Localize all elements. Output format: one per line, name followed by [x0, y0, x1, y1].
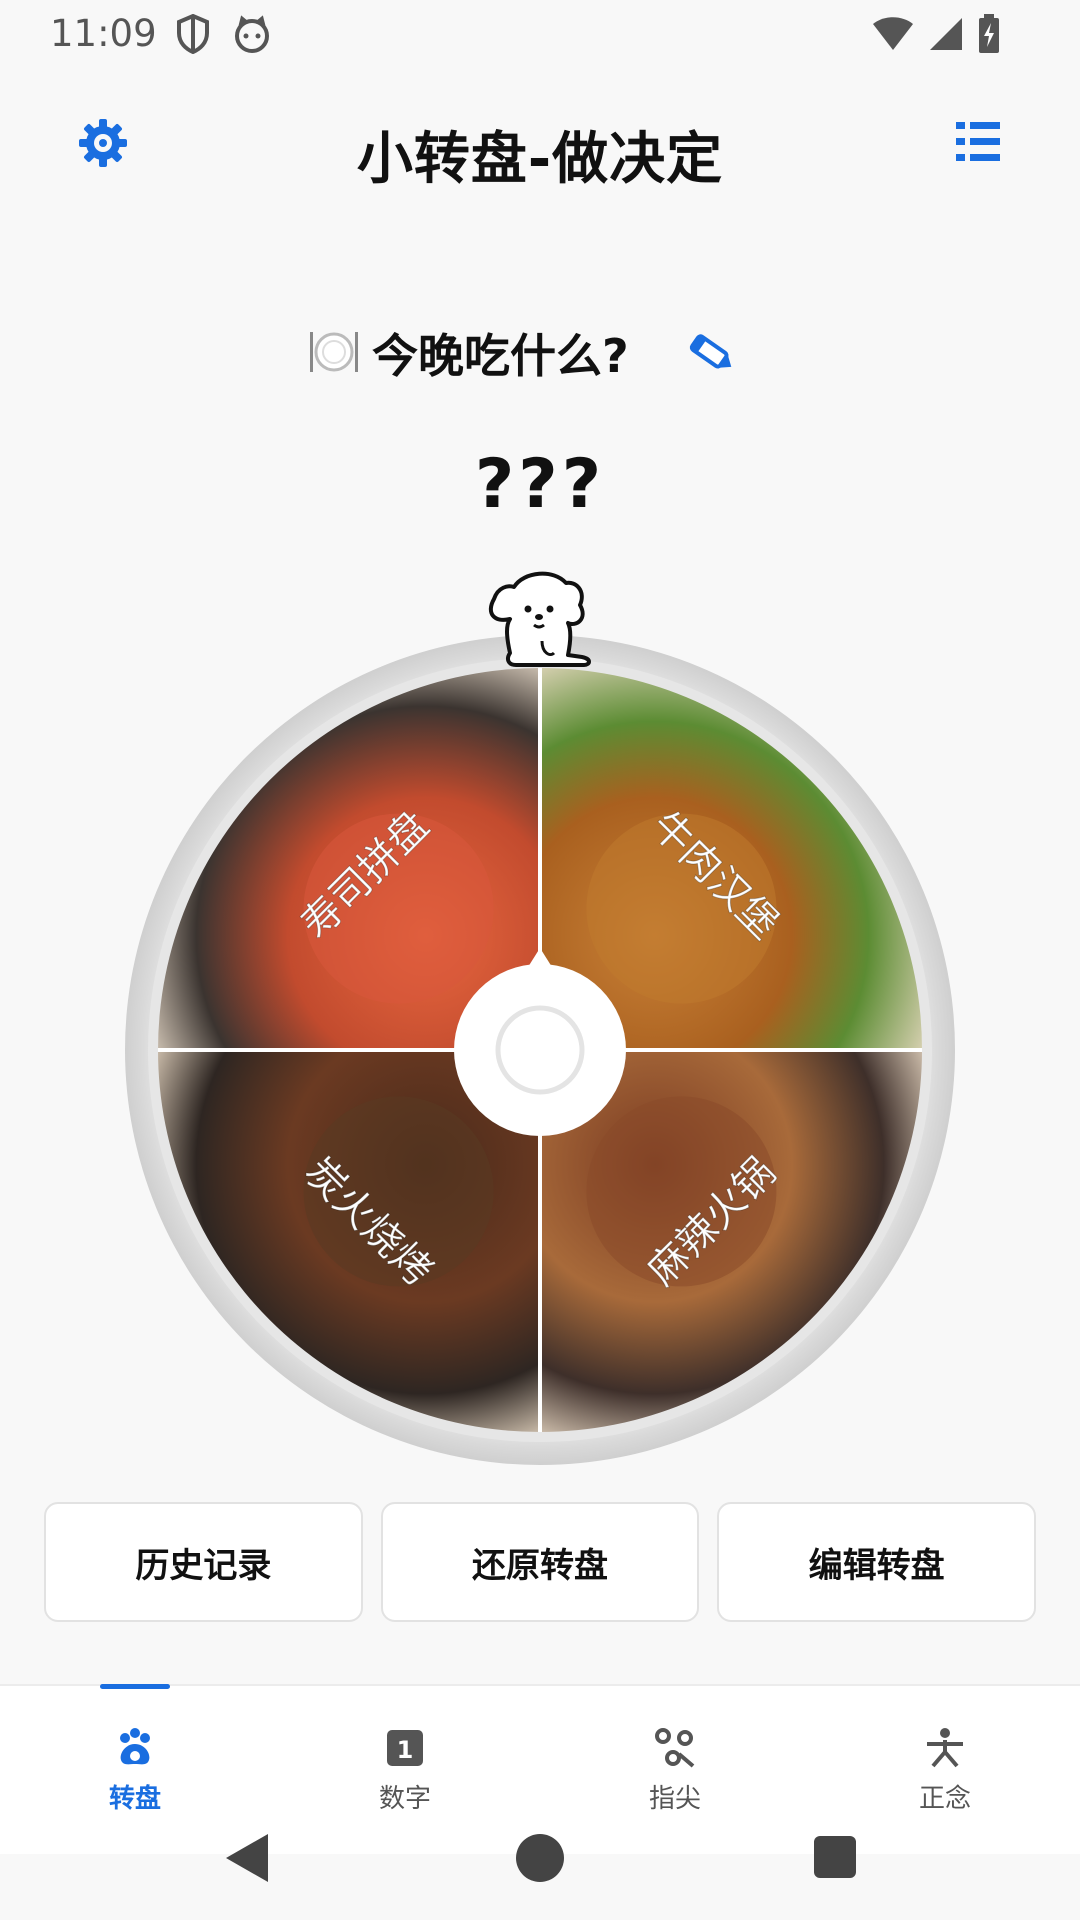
edit-wheel-button[interactable]: 编辑转盘: [717, 1502, 1037, 1622]
recents-icon[interactable]: [814, 1836, 856, 1878]
history-button[interactable]: 历史记录: [44, 1502, 363, 1622]
nav-label-number: 数字: [378, 1784, 431, 1814]
app-bar: 小转盘-做决定: [0, 96, 1080, 192]
status-time: 11:09: [50, 12, 157, 55]
result-text: ???: [474, 445, 606, 524]
app-title: 小转盘-做决定: [356, 127, 724, 192]
battery-charging-icon: [979, 14, 999, 53]
question-text: 今晚吃什么?: [372, 329, 629, 383]
nav-label-fingertip: 指尖: [648, 1784, 701, 1814]
wheel-center-button[interactable]: [454, 964, 626, 1136]
back-icon[interactable]: [224, 1832, 270, 1884]
status-bar: 11:09: [0, 0, 1080, 66]
paw-icon: [120, 1728, 150, 1765]
spin-wheel[interactable]: 寿司拼盘 牛肉汉堡 麻辣火锅 炭火烧烤: [125, 560, 955, 1480]
nav-item-number[interactable]: 1 数字: [270, 1686, 540, 1826]
list-menu-icon[interactable]: [954, 118, 1002, 166]
wheel-graphic[interactable]: 寿司拼盘 牛肉汉堡麻辣火锅炭火烧烤: [125, 560, 955, 1480]
fingertip-icon: [655, 1728, 695, 1768]
pencil-icon[interactable]: [684, 326, 736, 378]
number-one-icon: 1: [387, 1730, 423, 1766]
meditation-icon: [927, 1728, 963, 1768]
reset-wheel-button[interactable]: 还原转盘: [380, 1502, 700, 1622]
system-nav: [0, 1820, 1080, 1920]
svg-text:1: 1: [397, 1736, 414, 1764]
home-icon[interactable]: [516, 1834, 564, 1882]
plate-cutlery-icon: [310, 332, 358, 372]
nav-item-fingertip[interactable]: 指尖: [540, 1686, 810, 1826]
nav-item-mindfulness[interactable]: 正念: [810, 1686, 1080, 1826]
nav-label-mindfulness: 正念: [918, 1784, 971, 1814]
question-row: 今晚吃什么?: [0, 320, 1080, 383]
action-buttons: 历史记录 还原转盘 编辑转盘: [44, 1502, 1037, 1622]
status-right-icons: [872, 14, 1000, 54]
cat-face-icon: [235, 15, 269, 53]
shield-icon: [177, 14, 209, 54]
signal-icon: [930, 18, 962, 50]
nav-label-wheel: 转盘: [108, 1784, 161, 1814]
wifi-icon: [873, 17, 913, 50]
nav-item-wheel[interactable]: 转盘: [0, 1686, 270, 1826]
